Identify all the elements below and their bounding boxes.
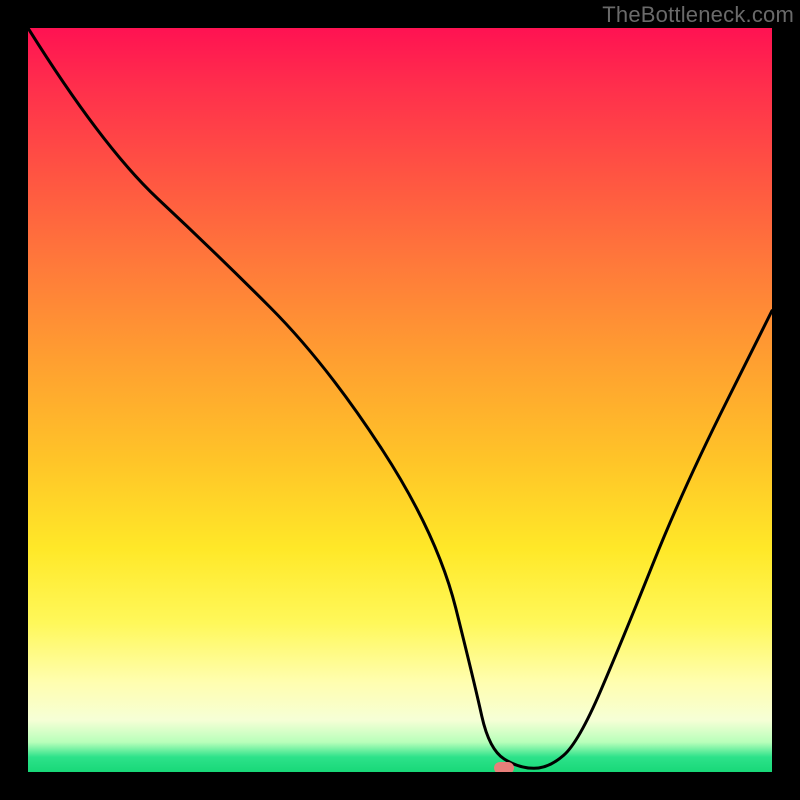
valley-marker <box>494 762 514 772</box>
bottleneck-curve <box>28 28 772 772</box>
plot-area <box>28 28 772 772</box>
watermark-text: TheBottleneck.com <box>602 2 794 28</box>
chart-frame: TheBottleneck.com <box>0 0 800 800</box>
